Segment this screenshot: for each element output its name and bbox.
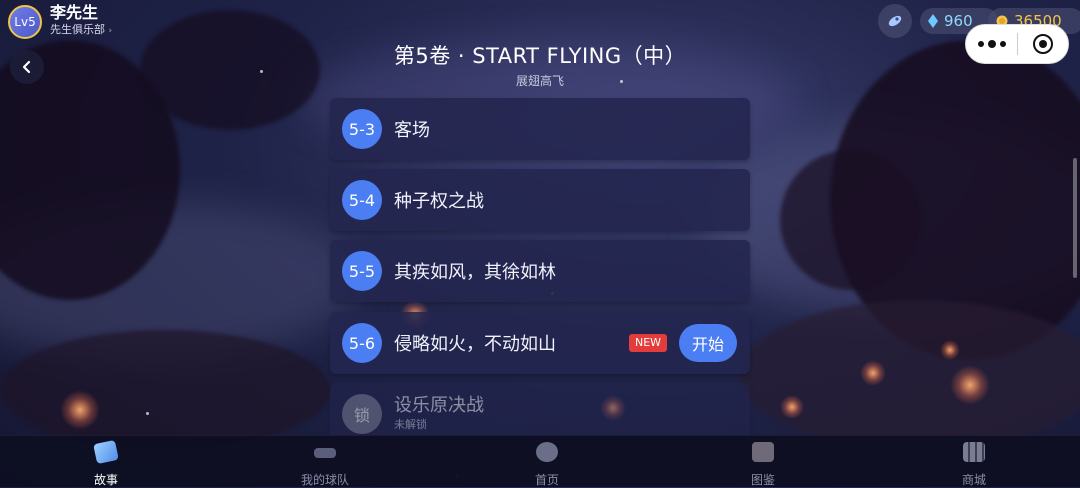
star	[146, 412, 149, 415]
volume-subtitle: 展翅高飞	[515, 74, 564, 88]
rocket-button[interactable]	[878, 4, 912, 38]
lock-icon: 锁	[342, 394, 382, 434]
chapter-row[interactable]: 5-4 种子权之战	[330, 169, 750, 231]
user-name: 李先生	[50, 3, 99, 22]
new-badge: NEW	[629, 334, 668, 352]
avatar[interactable]: Lv5	[8, 4, 42, 39]
chapter-row[interactable]: 5-5 其疾如风，其徐如林	[330, 240, 750, 302]
chapter-number: 5-3	[342, 109, 382, 149]
chevron-right-icon: ›	[108, 26, 113, 36]
chapter-number: 5-5	[342, 251, 382, 291]
lock-status: 未解锁	[394, 418, 427, 431]
chapter-number: 5-4	[342, 180, 382, 220]
team-icon	[314, 448, 336, 458]
club-name: 先生俱乐部 ›	[50, 23, 113, 36]
tab-label: 我的球队	[300, 473, 349, 487]
lantern-glow	[780, 395, 804, 419]
tab-story[interactable]: 故事	[46, 436, 166, 487]
volume-title: 第5卷 · START FLYING（中）	[393, 44, 687, 68]
shop-icon	[963, 442, 985, 462]
chapter-row-current[interactable]: 5-6 侵略如火，不动如山 NEW 开始	[330, 312, 750, 374]
story-icon	[93, 439, 119, 465]
tab-label: 图鉴	[750, 473, 775, 487]
rooftops	[740, 300, 1080, 450]
level-label: Lv5	[14, 14, 36, 29]
tab-label: 故事	[93, 473, 118, 487]
chapter-title: 其疾如风，其徐如林	[394, 262, 556, 283]
chapter-title: 侵略如火，不动如山	[394, 334, 556, 355]
tab-label: 首页	[534, 473, 559, 487]
tree-branch	[780, 150, 920, 290]
bottom-nav: 故事 我的球队 首页 图鉴 商城	[0, 435, 1080, 487]
start-button[interactable]: 开始	[679, 324, 737, 362]
chapter-number: 5-6	[342, 323, 382, 363]
home-icon	[536, 442, 558, 462]
tab-shop[interactable]: 商城	[914, 436, 1034, 487]
lantern-glow	[940, 340, 960, 360]
lantern-glow	[60, 390, 100, 430]
chapter-title: 种子权之战	[394, 191, 484, 212]
gem-icon	[928, 14, 938, 28]
collection-icon	[752, 442, 774, 462]
chapter-row[interactable]: 5-3 客场	[330, 98, 750, 160]
rocket-icon	[888, 15, 902, 27]
lantern-glow	[950, 365, 990, 405]
rooftops	[0, 330, 330, 450]
gem-count: 960	[944, 12, 973, 30]
tab-my-team[interactable]: 我的球队	[265, 436, 385, 487]
lantern-glow	[860, 360, 886, 386]
chapter-title: 客场	[394, 120, 430, 141]
tab-collection[interactable]: 图鉴	[703, 436, 823, 487]
volume-header: 第5卷 · START FLYING（中） 展翅高飞	[0, 40, 1080, 89]
chapter-title: 设乐原决战	[394, 395, 484, 416]
tab-label: 商城	[961, 473, 986, 487]
tab-home[interactable]: 首页	[487, 436, 607, 487]
scrollbar[interactable]	[1073, 158, 1077, 278]
user-profile[interactable]: Lv5 李先生 先生俱乐部 ›	[8, 4, 112, 39]
